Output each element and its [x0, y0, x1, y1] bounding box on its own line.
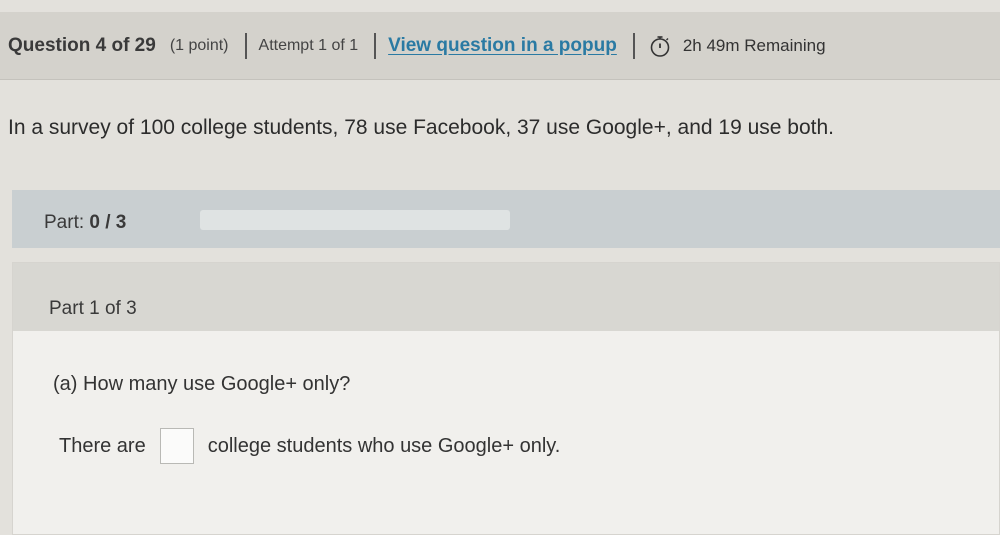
sub-question-prompt: (a) How many use Google+ only?: [53, 373, 351, 395]
part-label-text: Part:: [44, 212, 85, 233]
progress-track: [200, 210, 510, 230]
header-divider: [244, 32, 247, 59]
header-divider: [632, 32, 635, 59]
view-in-popup-link[interactable]: View question in a popup: [388, 35, 617, 57]
question-points: (1 point): [169, 36, 229, 54]
stopwatch-icon[interactable]: [649, 35, 671, 57]
question-header: Question 4 of 29 (1 point) Attempt 1 of …: [0, 12, 1000, 80]
answer-sentence: There are college students who use Googl…: [59, 428, 560, 464]
question-number: Question 4 of 29: [8, 34, 156, 56]
time-remaining: 2h 49m Remaining: [682, 35, 826, 55]
answer-prefix: There are: [59, 434, 146, 457]
part-progress-label: Part: 0 / 3: [44, 212, 126, 234]
header-divider: [374, 32, 377, 59]
part-progress-bar: Part: 0 / 3: [12, 190, 1000, 248]
part-1-panel: Part 1 of 3 (a) How many use Google+ onl…: [12, 262, 1000, 535]
answer-input[interactable]: [159, 428, 194, 464]
attempt-counter: Attempt 1 of 1: [258, 36, 359, 54]
question-text: In a survey of 100 college students, 78 …: [8, 116, 834, 139]
part-1-header: Part 1 of 3: [13, 263, 999, 331]
part-title: Part 1 of 3: [49, 298, 137, 319]
part-progress-value: 0 / 3: [89, 212, 127, 233]
answer-suffix: college students who use Google+ only.: [207, 434, 561, 457]
